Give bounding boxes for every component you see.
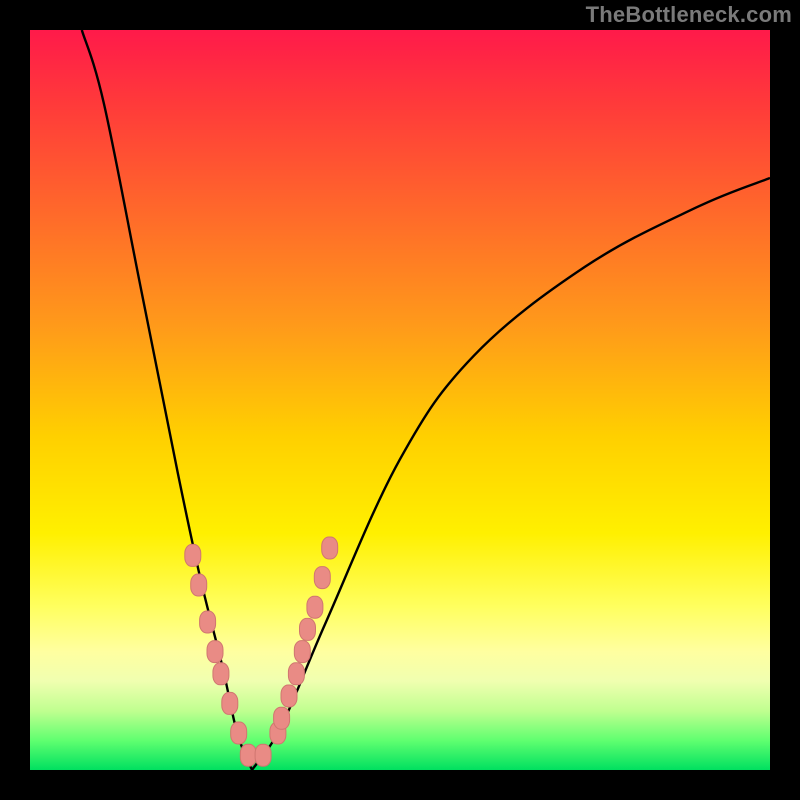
data-marker (314, 567, 330, 589)
data-marker (213, 663, 229, 685)
data-marker (207, 641, 223, 663)
plot-area (30, 30, 770, 770)
chart-frame: TheBottleneck.com (0, 0, 800, 800)
data-marker (240, 744, 256, 766)
data-marker (322, 537, 338, 559)
data-marker (300, 618, 316, 640)
data-marker (255, 744, 271, 766)
data-marker (281, 685, 297, 707)
data-marker (222, 692, 238, 714)
curve-layer (30, 30, 770, 770)
marker-cluster (185, 537, 338, 766)
curve-left-branch (82, 30, 252, 770)
watermark-text: TheBottleneck.com (586, 2, 792, 28)
data-marker (231, 722, 247, 744)
data-marker (185, 544, 201, 566)
data-marker (307, 596, 323, 618)
data-marker (274, 707, 290, 729)
curve-right-branch (252, 178, 770, 770)
data-marker (191, 574, 207, 596)
data-marker (200, 611, 216, 633)
data-marker (294, 641, 310, 663)
data-marker (288, 663, 304, 685)
